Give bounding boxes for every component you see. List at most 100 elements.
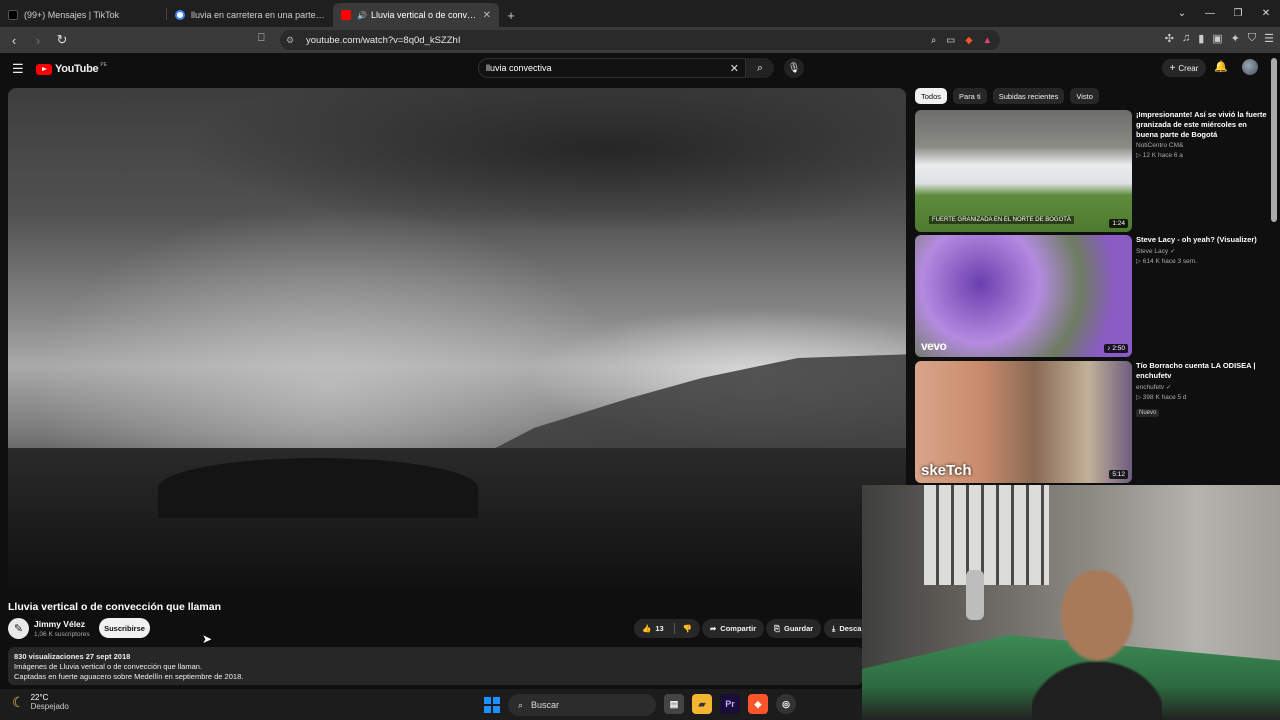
description-line-1: Imágenes de Lluvia vertical o de convecc… — [14, 662, 203, 671]
task-view-icon[interactable]: ▤ — [664, 694, 684, 714]
sketch-logo: skeTch — [921, 462, 972, 479]
close-window-icon[interactable]: ✕ — [1252, 0, 1280, 27]
video-player[interactable] — [8, 88, 906, 594]
brave-browser-icon[interactable]: ◆ — [748, 694, 768, 714]
create-button[interactable]: + Crear — [1162, 59, 1206, 77]
site-info-icon[interactable]: ⚙ — [286, 35, 300, 46]
recommendation-title[interactable]: ¡Impresionante! Así se vivió la fuerte g… — [1136, 110, 1270, 140]
mouse-cursor-icon: ➤ — [202, 632, 213, 646]
download-button[interactable]: ⤓ Desca — [824, 619, 863, 638]
video-thumbnail[interactable]: vevo ♪ 2:50 — [915, 235, 1132, 357]
bookmark-icon[interactable]: ⎕ — [258, 32, 265, 45]
thumbs-down-icon[interactable]: 👎 — [683, 624, 692, 633]
maximize-icon[interactable]: ❐ — [1224, 0, 1252, 27]
browser-tab-strip: (99+) Mensajes | TikTok lluvia en carret… — [0, 0, 1280, 27]
recommendation-item[interactable]: FUERTE GRANIZADA EN EL NORTE DE BOGOTÁ 1… — [915, 110, 1270, 232]
description-line-2: Captadas en fuerte aguacero sobre Medell… — [14, 672, 244, 681]
puzzle-icon[interactable]: ✣ — [1165, 32, 1174, 45]
subscribe-button[interactable]: Suscribirse — [99, 618, 150, 638]
chip-todos[interactable]: Todos — [915, 88, 948, 104]
mic-icon: 🎙 — [787, 62, 801, 74]
music-icon[interactable]: ♫ — [1182, 32, 1190, 45]
search-icon: ⌕ — [518, 699, 524, 710]
channel-avatar[interactable]: ✎ — [8, 618, 29, 639]
brave-shield-icon[interactable]: ◆ — [965, 35, 972, 46]
youtube-icon — [341, 10, 351, 20]
speaker-icon: 🔊 — [357, 10, 367, 20]
hamburger-menu-icon[interactable]: ☰ — [12, 61, 24, 77]
voice-search-button[interactable]: 🎙 — [784, 58, 804, 78]
youtube-play-icon — [36, 63, 52, 75]
moon-icon: ☾ — [12, 693, 25, 710]
windows-start-icon[interactable] — [484, 697, 500, 713]
leo-icon[interactable]: ✦ — [1231, 32, 1240, 45]
premiere-pro-icon[interactable]: Pr — [720, 694, 740, 714]
clear-search-icon[interactable]: ✕ — [730, 62, 739, 75]
screen: (99+) Mensajes | TikTok lluvia en carret… — [0, 0, 1280, 720]
video-thumbnail[interactable]: FUERTE GRANIZADA EN EL NORTE DE BOGOTÁ 1… — [915, 110, 1132, 232]
taskbar-search[interactable]: ⌕ Buscar — [508, 694, 656, 716]
window-bars — [924, 485, 1049, 585]
filter-chips: Todos Para ti Subidas recientes Visto — [915, 88, 1099, 104]
recommendation-channel[interactable]: enchufetv ✓ — [1136, 383, 1270, 391]
divider — [673, 623, 675, 634]
brave-rewards-icon[interactable]: ▲ — [983, 35, 992, 46]
feather-icon: ✎ — [13, 623, 24, 635]
new-tab-button[interactable]: + — [499, 3, 523, 27]
close-tab-icon[interactable]: ✕ — [483, 10, 491, 21]
browser-toolbar: ‹ › ↻ ⎕ ⚙ youtube.com/watch?v=8q0d_kSZZh… — [0, 27, 1280, 53]
webcam-overlay — [862, 485, 1280, 720]
minimize-icon[interactable]: — — [1196, 0, 1224, 27]
chip-visto[interactable]: Visto — [1070, 88, 1099, 104]
scrollbar[interactable] — [1271, 58, 1277, 222]
video-thumbnail[interactable]: skeTch 5:12 — [915, 361, 1132, 483]
recommendation-channel[interactable]: NotiCentro CM& — [1136, 142, 1270, 149]
share-label: Compartir — [720, 624, 757, 633]
recommendation-title[interactable]: Steve Lacy - oh yeah? (Visualizer) — [1136, 235, 1270, 245]
video-description[interactable]: 830 visualizaciones 27 sept 2018 Imágene… — [8, 647, 863, 685]
thumbnail-caption: FUERTE GRANIZADA EN EL NORTE DE BOGOTÁ — [929, 216, 1074, 224]
youtube-logo[interactable]: YouTube PE — [36, 62, 107, 75]
zoom-icon[interactable]: ⌕ — [931, 35, 936, 46]
search-button[interactable]: ⌕ — [746, 58, 774, 78]
microphone — [966, 570, 984, 620]
country-code: PE — [100, 62, 107, 68]
recommendation-title[interactable]: Tío Borracho cuenta LA ODISEA | enchufet… — [1136, 361, 1270, 381]
back-icon[interactable]: ‹ — [4, 33, 24, 48]
logo-text: YouTube — [55, 63, 99, 75]
tab-youtube-active[interactable]: 🔊 Lluvia vertical o de convección ✕ — [333, 3, 499, 27]
vpn-icon[interactable]: ⛉ — [1248, 32, 1256, 45]
tab-title: lluvia en carretera en una parte llueve — [191, 10, 325, 20]
weather-widget[interactable]: ☾ 22°C Despejado — [12, 693, 69, 711]
wallet-icon[interactable]: ▣ — [1212, 32, 1222, 45]
address-bar[interactable]: ⚙ youtube.com/watch?v=8q0d_kSZZhI ⌕ ▭ ◆ … — [280, 30, 1000, 50]
duration-badge: 1:24 — [1109, 219, 1128, 228]
recommendation-info: Tío Borracho cuenta LA ODISEA | enchufet… — [1136, 361, 1270, 419]
file-explorer-icon[interactable]: ▰ — [692, 694, 712, 714]
chip-subidas-recientes[interactable]: Subidas recientes — [992, 88, 1065, 104]
subscriber-count: 1,06 K suscriptores — [34, 631, 90, 638]
recommendation-channel[interactable]: Steve Lacy ✓ — [1136, 247, 1270, 255]
channel-name[interactable]: Jimmy Vélez — [34, 619, 85, 629]
create-label: Crear — [1178, 63, 1199, 73]
share-group: ➦ Compartir — [702, 619, 765, 638]
user-avatar[interactable] — [1242, 59, 1258, 75]
cast-icon[interactable]: ▭ — [946, 35, 955, 46]
recommendation-item[interactable]: vevo ♪ 2:50 Steve Lacy - oh yeah? (Visua… — [915, 235, 1270, 357]
notifications-bell-icon[interactable]: 🔔 — [1214, 60, 1228, 73]
search-input[interactable]: lluvia convectiva ✕ — [478, 58, 746, 78]
like-button[interactable]: 👍 13 👎 — [634, 619, 701, 638]
chip-para-ti[interactable]: Para ti — [953, 88, 987, 104]
menu-icon[interactable]: ☰ — [1264, 32, 1274, 45]
tab-google[interactable]: lluvia en carretera en una parte llueve — [167, 3, 333, 27]
city-foreground — [8, 448, 906, 594]
tab-tiktok[interactable]: (99+) Mensajes | TikTok — [0, 3, 166, 27]
forward-icon[interactable]: › — [28, 33, 48, 48]
recommendation-item[interactable]: skeTch 5:12 Tío Borracho cuenta LA ODISE… — [915, 361, 1270, 483]
save-button[interactable]: ⎘ Guardar — [766, 619, 822, 638]
sidebar-icon[interactable]: ▮ — [1198, 32, 1204, 45]
reload-icon[interactable]: ↻ — [52, 32, 72, 48]
app-icon[interactable]: ◎ — [776, 694, 796, 714]
share-button[interactable]: ➦ Compartir — [702, 619, 765, 638]
tab-list-icon[interactable]: ⌄ — [1168, 0, 1196, 27]
